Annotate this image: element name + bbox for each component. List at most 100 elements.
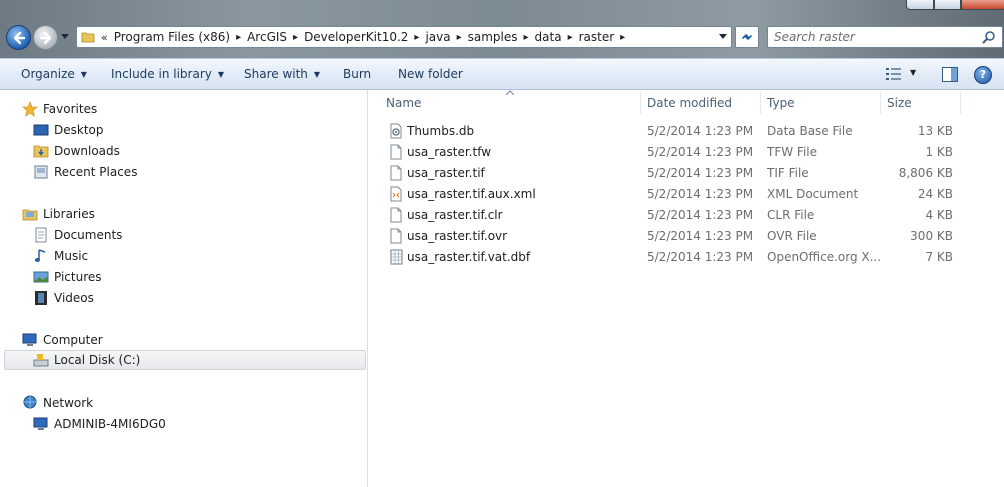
breadcrumb-item[interactable]: raster xyxy=(576,30,618,44)
file-name: usa_raster.tif.clr xyxy=(407,208,503,222)
nav-favorites[interactable]: Favorites xyxy=(22,99,97,119)
column-header-name[interactable]: Name xyxy=(378,90,640,116)
search-input[interactable] xyxy=(774,28,974,46)
breadcrumb-overflow[interactable]: « xyxy=(97,31,111,44)
column-header-type[interactable]: Type xyxy=(759,90,879,116)
file-name: usa_raster.tfw xyxy=(407,145,492,159)
breadcrumb-item[interactable]: Program Files (x86) xyxy=(111,30,233,44)
help-icon: ? xyxy=(979,68,987,81)
refresh-button[interactable] xyxy=(735,26,759,48)
desktop-icon xyxy=(33,124,49,136)
breadcrumb-separator-icon[interactable]: ▸ xyxy=(290,32,301,43)
nav-music[interactable]: Music xyxy=(33,246,88,266)
file-list: Name Date modified Type Size Thumbs.db 5/… xyxy=(369,90,1004,487)
file-size: 4 KB xyxy=(925,208,953,222)
forward-button[interactable] xyxy=(33,25,58,50)
nav-label: Downloads xyxy=(54,144,120,158)
music-icon xyxy=(35,249,46,262)
search-box[interactable] xyxy=(767,26,1003,48)
view-options-icon[interactable] xyxy=(885,67,903,81)
blank-file-icon xyxy=(390,165,402,181)
new-folder-button[interactable]: New folder xyxy=(398,59,463,90)
file-size: 8,806 KB xyxy=(898,166,953,180)
downloads-folder-icon xyxy=(33,145,49,158)
file-date-modified: 5/2/2014 1:23 PM xyxy=(647,208,754,222)
file-name: usa_raster.tif xyxy=(407,166,485,180)
nav-downloads[interactable]: Downloads xyxy=(33,141,120,161)
breadcrumb-item[interactable]: samples xyxy=(465,30,521,44)
view-dropdown-icon[interactable]: ▼ xyxy=(910,68,916,77)
nav-libraries[interactable]: Libraries xyxy=(22,204,95,224)
gear-file-icon xyxy=(390,123,402,139)
nav-label: Local Disk (C:) xyxy=(54,353,141,367)
nav-label: Recent Places xyxy=(54,165,138,179)
breadcrumb-separator-icon[interactable]: ▸ xyxy=(617,32,628,43)
folder-icon xyxy=(81,32,95,43)
computer-icon xyxy=(22,333,37,346)
new-folder-label: New folder xyxy=(398,67,463,81)
nav-documents[interactable]: Documents xyxy=(33,225,122,245)
column-header-label: Name xyxy=(386,96,422,110)
file-row[interactable]: usa_raster.tif.aux.xml 5/2/2014 1:23 PM XM… xyxy=(385,184,965,205)
window-controls xyxy=(906,0,1004,10)
file-row[interactable]: usa_raster.tif.vat.dbf 5/2/2014 1:23 PM Op… xyxy=(385,247,965,268)
file-row[interactable]: usa_raster.tif.clr 5/2/2014 1:23 PM CLR Fi… xyxy=(385,205,965,226)
videos-icon xyxy=(35,291,47,305)
nav-label: Documents xyxy=(54,228,123,242)
search-icon[interactable] xyxy=(982,30,996,44)
nav-recent-places[interactable]: Recent Places xyxy=(33,162,137,182)
file-name: usa_raster.tif.aux.xml xyxy=(407,187,536,201)
file-row[interactable]: usa_raster.tif 5/2/2014 1:23 PM TIF File 8,… xyxy=(385,163,965,184)
arrow-right-icon xyxy=(39,31,52,45)
breadcrumb-separator-icon[interactable]: ▸ xyxy=(411,32,422,43)
breadcrumb-item[interactable]: java xyxy=(422,30,453,44)
file-size: 13 KB xyxy=(917,124,953,138)
file-type: TIF File xyxy=(767,166,809,180)
nav-network-pc[interactable]: ADMINIB-4MI6DG0 xyxy=(33,414,166,434)
breadcrumb-separator-icon[interactable]: ▸ xyxy=(565,32,576,43)
column-header-date-modified[interactable]: Date modified xyxy=(639,90,759,116)
recent-pages-dropdown-icon[interactable] xyxy=(61,34,69,40)
burn-button[interactable]: Burn xyxy=(343,59,371,90)
blank-file-icon xyxy=(390,144,402,160)
chevron-down-icon[interactable] xyxy=(719,34,727,40)
organize-menu[interactable]: Organize ▼ xyxy=(21,59,87,90)
close-button[interactable] xyxy=(961,0,1004,10)
nav-label: Computer xyxy=(43,333,103,347)
breadcrumb-item[interactable]: ArcGIS xyxy=(244,30,290,44)
help-button[interactable]: ? xyxy=(974,66,992,84)
breadcrumb-item[interactable]: data xyxy=(532,30,565,44)
nav-videos[interactable]: Videos xyxy=(33,288,94,308)
breadcrumb-separator-icon[interactable]: ▸ xyxy=(521,32,532,43)
nav-local-disk[interactable]: Local Disk (C:) xyxy=(4,350,366,370)
nav-pictures[interactable]: Pictures xyxy=(33,267,102,287)
file-row[interactable]: Thumbs.db 5/2/2014 1:23 PM Data Base File 1… xyxy=(385,121,965,142)
recent-places-icon xyxy=(34,165,48,179)
spreadsheet-file-icon xyxy=(390,249,403,265)
navigation-pane: Favorites Desktop Downloads Recent Place… xyxy=(0,90,368,487)
breadcrumb-separator-icon[interactable]: ▸ xyxy=(233,32,244,43)
file-size: 300 KB xyxy=(910,229,953,243)
file-row[interactable]: usa_raster.tif.ovr 5/2/2014 1:23 PM OVR Fi… xyxy=(385,226,965,247)
preview-pane-icon[interactable] xyxy=(942,67,958,82)
file-type: OVR File xyxy=(767,229,817,243)
breadcrumb-separator-icon[interactable]: ▸ xyxy=(454,32,465,43)
nav-desktop[interactable]: Desktop xyxy=(33,120,104,140)
nav-computer[interactable]: Computer xyxy=(22,330,103,350)
nav-label: Desktop xyxy=(54,123,104,137)
include-in-library-menu[interactable]: Include in library ▼ xyxy=(111,59,224,90)
star-icon xyxy=(22,101,38,117)
column-divider[interactable] xyxy=(960,92,961,114)
share-with-menu[interactable]: Share with ▼ xyxy=(244,59,320,90)
maximize-button[interactable] xyxy=(934,0,961,10)
nav-network[interactable]: Network xyxy=(22,393,93,413)
chevron-down-icon: ▼ xyxy=(80,70,87,79)
back-button[interactable] xyxy=(6,25,31,50)
file-row[interactable]: usa_raster.tfw 5/2/2014 1:23 PM TFW File 1 … xyxy=(385,142,965,163)
column-header-size[interactable]: Size xyxy=(879,90,961,116)
network-icon xyxy=(23,395,37,409)
address-bar[interactable]: « Program Files (x86) ▸ ArcGIS ▸ Develop… xyxy=(76,26,732,48)
breadcrumb-item[interactable]: DeveloperKit10.2 xyxy=(301,30,411,44)
minimize-button[interactable] xyxy=(906,0,934,10)
file-name: Thumbs.db xyxy=(407,124,475,138)
